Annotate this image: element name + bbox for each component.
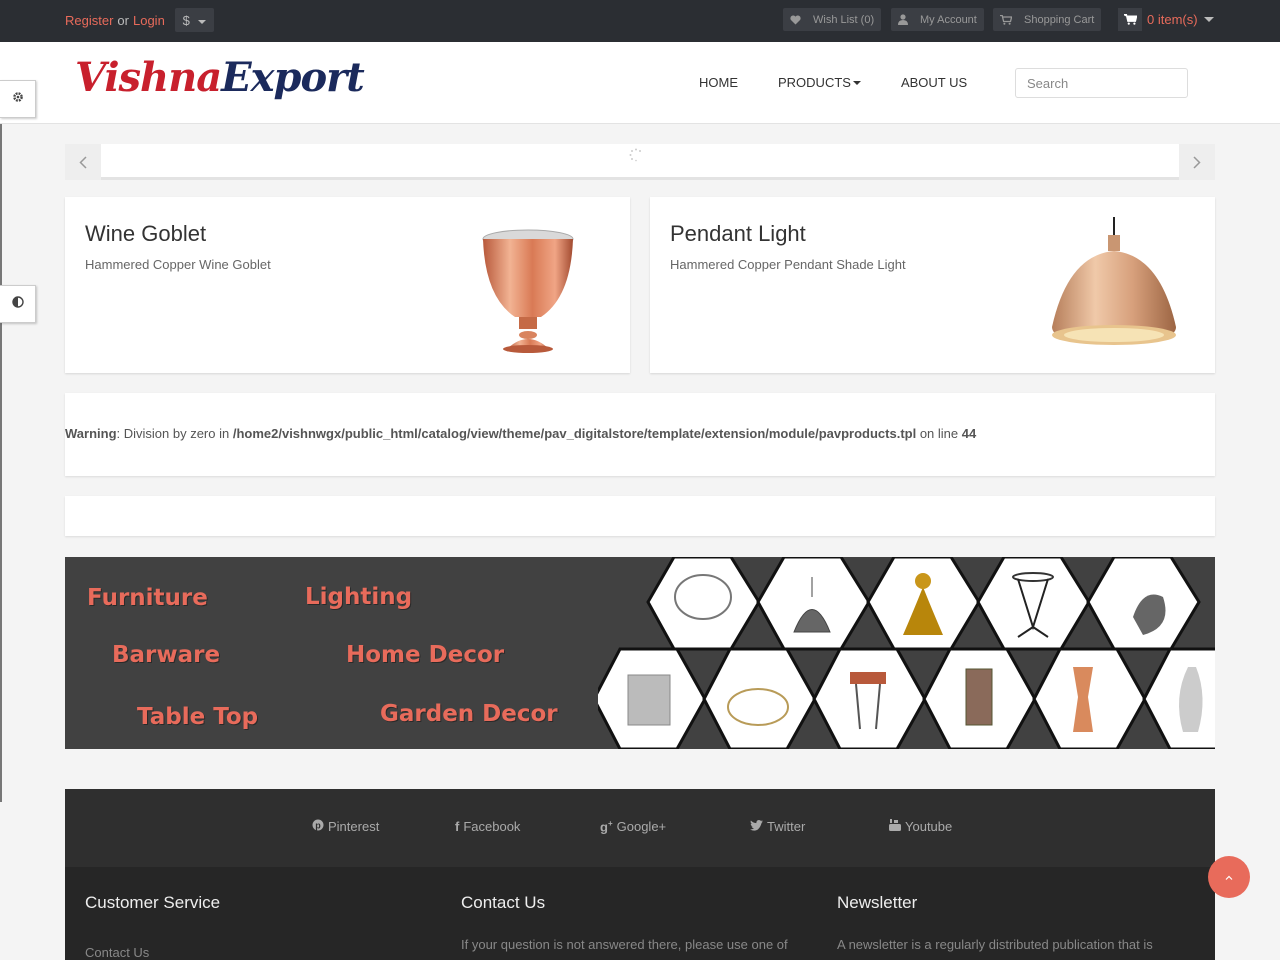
social-facebook-label: Facebook <box>463 819 521 834</box>
caret-down-icon <box>197 19 206 24</box>
product-title[interactable]: Wine Goblet <box>85 221 206 247</box>
contrast-toggle[interactable] <box>0 285 36 323</box>
nav-home-label: HOME <box>699 75 738 90</box>
product-card-pendant-light[interactable]: Pendant Light Hammered Copper Pendant Sh… <box>650 197 1215 373</box>
category-barware[interactable]: Barware <box>112 642 220 668</box>
footer-contact-us: Contact Us If your question is not answe… <box>461 893 788 952</box>
nav-about-us[interactable]: ABOUT US <box>901 75 967 90</box>
social-facebook[interactable]: f Facebook <box>455 819 520 834</box>
site-logo[interactable]: VishnaExport <box>75 54 365 101</box>
register-link[interactable]: Register <box>65 13 113 28</box>
social-pinterest-label: Pinterest <box>328 819 380 834</box>
product-image-pendant-light[interactable] <box>1022 217 1205 363</box>
php-warning-box: Warning: Division by zero in /home2/vish… <box>65 393 1215 476</box>
category-furniture[interactable]: Furniture <box>87 585 208 611</box>
category-banner[interactable]: Furniture Lighting Barware Home Decor Ta… <box>65 557 1215 749</box>
twitter-icon <box>750 819 763 834</box>
cart-count: 0 item(s) <box>1147 12 1198 27</box>
my-account-label: My Account <box>920 13 977 26</box>
caret-down-icon <box>852 80 861 85</box>
currency-dropdown[interactable]: $ <box>174 8 214 32</box>
site-header: VishnaExport HOME PRODUCTS ABOUT US <box>0 42 1280 124</box>
category-lighting[interactable]: Lighting <box>305 584 412 610</box>
heart-icon <box>790 14 801 25</box>
carousel <box>65 144 1215 180</box>
social-twitter-label: Twitter <box>767 819 806 834</box>
chevron-left-icon <box>79 155 87 169</box>
carousel-prev-button[interactable] <box>65 144 101 180</box>
settings-panel-toggle[interactable] <box>0 80 36 118</box>
svg-text:p: p <box>315 821 321 831</box>
product-subtitle: Hammered Copper Pendant Shade Light <box>670 257 906 272</box>
nav-about-label: ABOUT US <box>900 75 968 90</box>
empty-module-box <box>65 496 1215 536</box>
warning-message: : Division by zero in <box>116 426 233 441</box>
footer-customer-service: Customer Service Contact Us <box>85 893 220 960</box>
google-plus-icon: g+ <box>600 819 613 835</box>
product-title[interactable]: Pendant Light <box>670 221 806 247</box>
footer-newsletter-text: A newsletter is a regularly distributed … <box>837 937 1153 952</box>
product-card-wine-goblet[interactable]: Wine Goblet Hammered Copper Wine Goblet <box>65 197 630 373</box>
footer-newsletter: Newsletter A newsletter is a regularly d… <box>837 893 1153 952</box>
social-youtube-label: Youtube <box>905 819 953 834</box>
login-link[interactable]: Login <box>133 13 165 28</box>
social-twitter[interactable]: Twitter <box>750 819 805 834</box>
contrast-icon <box>11 295 24 313</box>
footer-columns: Customer Service Contact Us Contact Us I… <box>65 867 1215 960</box>
cart-dropdown[interactable]: 0 item(s) <box>1118 8 1214 31</box>
my-account-button[interactable]: My Account <box>891 8 984 31</box>
cart-icon <box>1118 8 1142 31</box>
nav-products-label: PRODUCTS <box>778 75 851 90</box>
chevron-up-icon <box>1225 875 1233 880</box>
back-to-top-button[interactable] <box>1208 856 1250 898</box>
search-input[interactable] <box>1015 68 1188 98</box>
category-home-decor[interactable]: Home Decor <box>346 642 504 668</box>
wishlist-button[interactable]: Wish List (0) <box>783 8 882 31</box>
gear-icon <box>12 90 24 108</box>
footer-contact-text: If your question is not answered there, … <box>461 937 788 952</box>
social-google-plus[interactable]: g+ Google+ <box>600 819 666 834</box>
logo-word-2: Export <box>221 54 365 101</box>
facebook-icon: f <box>455 819 460 834</box>
nav-home[interactable]: HOME <box>699 75 738 90</box>
caret-down-icon <box>1203 17 1214 22</box>
social-google-label: Google+ <box>616 819 667 835</box>
social-links: p Pinterest f Facebook g+ Google+ Twitte… <box>65 789 1215 867</box>
shopping-cart-label: Shopping Cart <box>1024 13 1095 26</box>
user-icon <box>898 14 908 25</box>
footer-heading: Contact Us <box>461 893 546 912</box>
wishlist-label: Wish List (0) <box>813 13 875 26</box>
left-edge-line <box>0 42 2 802</box>
social-youtube[interactable]: Youtube <box>889 819 952 834</box>
footer-link-contact-us[interactable]: Contact Us <box>85 945 220 960</box>
carousel-next-button[interactable] <box>1179 144 1215 180</box>
youtube-icon <box>889 819 901 834</box>
social-pinterest[interactable]: p Pinterest <box>312 819 379 834</box>
currency-symbol: $ <box>182 12 190 28</box>
loading-spinner-icon <box>629 148 643 167</box>
warning-on-line: on line <box>916 426 962 441</box>
product-subtitle: Hammered Copper Wine Goblet <box>85 257 271 272</box>
warning-line-number: 44 <box>961 426 977 441</box>
chevron-right-icon <box>1193 155 1201 169</box>
or-text: or <box>117 12 129 28</box>
warning-path: /home2/vishnwgx/public_html/catalog/view… <box>232 426 917 441</box>
cart-icon <box>1000 14 1012 25</box>
footer-heading: Customer Service <box>85 893 221 912</box>
category-garden-decor[interactable]: Garden Decor <box>380 701 558 727</box>
category-table-top[interactable]: Table Top <box>137 704 258 730</box>
product-image-wine-goblet[interactable] <box>437 217 620 363</box>
product-hexagon-collage <box>598 557 1215 749</box>
site-footer: p Pinterest f Facebook g+ Google+ Twitte… <box>65 789 1215 960</box>
top-bar: Register or Login $ Wish List (0) My Acc… <box>0 0 1280 42</box>
pinterest-icon: p <box>312 819 324 834</box>
auth-links: Register or Login $ <box>65 8 214 32</box>
nav-products[interactable]: PRODUCTS <box>778 75 861 90</box>
warning-label: Warning <box>65 426 117 441</box>
footer-heading: Newsletter <box>837 893 918 912</box>
php-warning-text: Warning: Division by zero in /home2/vish… <box>65 426 976 441</box>
main-nav: HOME PRODUCTS ABOUT US <box>699 75 1007 90</box>
shopping-cart-link[interactable]: Shopping Cart <box>993 8 1102 31</box>
logo-word-1: Vishna <box>75 54 222 101</box>
